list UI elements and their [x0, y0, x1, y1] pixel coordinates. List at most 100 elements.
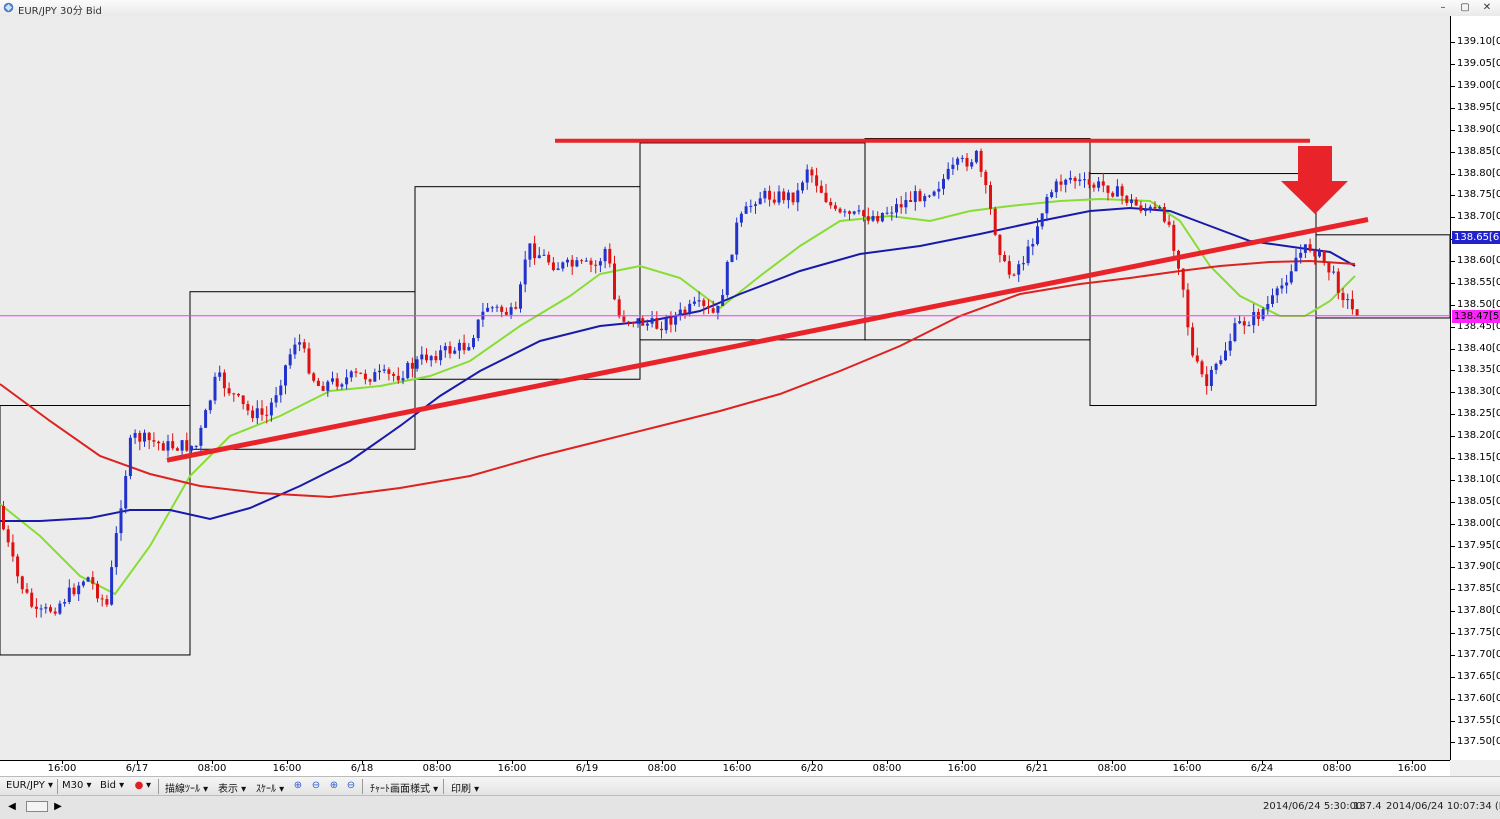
candle-body: [1209, 369, 1213, 386]
candle-body: [185, 440, 189, 451]
price-axis-label: 138.75[0]: [1457, 189, 1500, 201]
candle-body: [457, 342, 461, 351]
daily-range-box: [639, 142, 866, 341]
candle-body: [147, 432, 151, 441]
candle-body: [49, 607, 52, 612]
candle-body: [138, 432, 142, 442]
zoom-out-icon[interactable]: ⊖: [310, 780, 322, 792]
time-axis-label: 6/18: [350, 763, 374, 774]
candle-body: [932, 191, 936, 196]
candle-body: [927, 195, 931, 197]
candle-body: [862, 210, 866, 217]
candle-body: [1350, 299, 1354, 310]
candle-body: [1271, 295, 1274, 304]
color-icon[interactable]: ●: [133, 780, 145, 792]
time-axis-label: 6/19: [575, 763, 599, 774]
toolbar-separator: [57, 779, 58, 794]
price-axis[interactable]: 139.10[0] 139.05[0] 139.00[0] 138.95[0] 138.…: [1450, 16, 1500, 760]
chart-plot-area[interactable]: [0, 16, 1450, 760]
candle-body: [1299, 252, 1303, 258]
candle-body: [575, 260, 579, 267]
candle-body: [754, 204, 757, 206]
candle-body: [636, 318, 640, 324]
candle-body: [1064, 179, 1068, 185]
status-value: 137.4: [1353, 801, 1382, 812]
maximize-button[interactable]: ▢: [1454, 1, 1476, 14]
candle-body: [918, 191, 922, 202]
candle-body: [1111, 192, 1115, 197]
candle-body: [1101, 181, 1105, 186]
candle-body: [316, 380, 320, 386]
candle-body: [429, 356, 433, 361]
app-icon: [3, 2, 14, 13]
candle-body: [871, 216, 875, 221]
price-axis-label: 137.50[0]: [1457, 736, 1500, 748]
candle-body: [974, 150, 978, 163]
candle-body: [1242, 321, 1246, 326]
color-dropdown-icon[interactable]: ▾: [146, 780, 151, 791]
time-axis-label: 16:00: [497, 763, 527, 774]
candle-body: [979, 150, 983, 172]
display-menu[interactable]: 表示 ▾: [218, 780, 246, 795]
candle-body: [349, 371, 353, 378]
candle-body: [772, 199, 776, 203]
time-axis-label: 16:00: [947, 763, 977, 774]
scroll-thumb[interactable]: [26, 801, 48, 812]
zoom-out-time-icon[interactable]: ⊖: [345, 780, 357, 792]
candle-body: [749, 205, 753, 207]
close-button[interactable]: ✕: [1476, 1, 1498, 14]
minimize-button[interactable]: –: [1432, 1, 1454, 14]
candle-body: [227, 388, 231, 394]
scroll-right-icon[interactable]: ▶: [52, 801, 64, 813]
candle-body: [1355, 309, 1359, 316]
candle-body: [519, 284, 522, 309]
candle-body: [711, 308, 715, 313]
candle-body: [796, 190, 800, 203]
price-axis-label: 137.90[0]: [1457, 561, 1500, 573]
price-axis-label: 137.75[0]: [1457, 627, 1500, 639]
candle-body: [669, 317, 673, 325]
candle-body: [354, 371, 358, 373]
candle-body: [251, 410, 255, 419]
candle-body: [274, 395, 278, 403]
chart-svg[interactable]: [0, 16, 1450, 760]
candle-body: [448, 346, 452, 354]
price-axis-label: 138.00[0]: [1457, 517, 1500, 529]
drawing-tools-menu[interactable]: 描線ﾂｰﾙ ▾: [165, 780, 208, 795]
zoom-in-icon[interactable]: ⊕: [292, 780, 304, 792]
time-axis-label: 08:00: [197, 763, 227, 774]
candle-body: [124, 476, 128, 509]
candle-body: [387, 369, 391, 374]
price-axis-tick: [1451, 107, 1455, 109]
symbol-select[interactable]: EUR/JPY ▾: [6, 780, 53, 791]
candle-body: [1214, 363, 1218, 370]
candle-body: [208, 400, 212, 411]
price-axis-tick: [1451, 589, 1455, 591]
candle-body: [1040, 213, 1044, 227]
price-axis-tick: [1451, 326, 1455, 328]
price-axis-label: 138.10[0]: [1457, 473, 1500, 485]
trendline[interactable]: [166, 217, 1369, 463]
candle-body: [1233, 323, 1237, 341]
candle-body: [378, 370, 381, 373]
candle-body: [594, 264, 598, 266]
price-axis-label: 139.10[0]: [1457, 36, 1500, 48]
candle-body: [1313, 250, 1317, 257]
candle-body: [584, 260, 588, 262]
print-menu[interactable]: 印刷 ▾: [451, 780, 479, 795]
candle-body: [373, 372, 377, 382]
chart-style-menu[interactable]: ﾁｬｰﾄ画面様式 ▾: [370, 780, 438, 795]
price-axis-label: 139.05[0]: [1457, 58, 1500, 70]
candle-body: [833, 205, 837, 209]
side-select[interactable]: Bid ▾: [100, 780, 124, 791]
time-axis[interactable]: 16:00 6/17 08:00 16:00 6/18 08:00 16:00 6/19 08:…: [0, 760, 1450, 777]
candle-body: [655, 318, 659, 329]
candle-body: [627, 321, 631, 323]
period-select[interactable]: M30 ▾: [62, 780, 92, 791]
candle-body: [128, 437, 132, 477]
window-title: EUR/JPY 30分 Bid: [18, 6, 102, 17]
scale-menu[interactable]: ｽｹｰﾙ ▾: [256, 780, 284, 795]
zoom-in-time-icon[interactable]: ⊕: [328, 780, 340, 792]
scroll-left-icon[interactable]: ◀: [6, 801, 18, 813]
bid-price-label: 138.47[5: [1452, 309, 1500, 323]
